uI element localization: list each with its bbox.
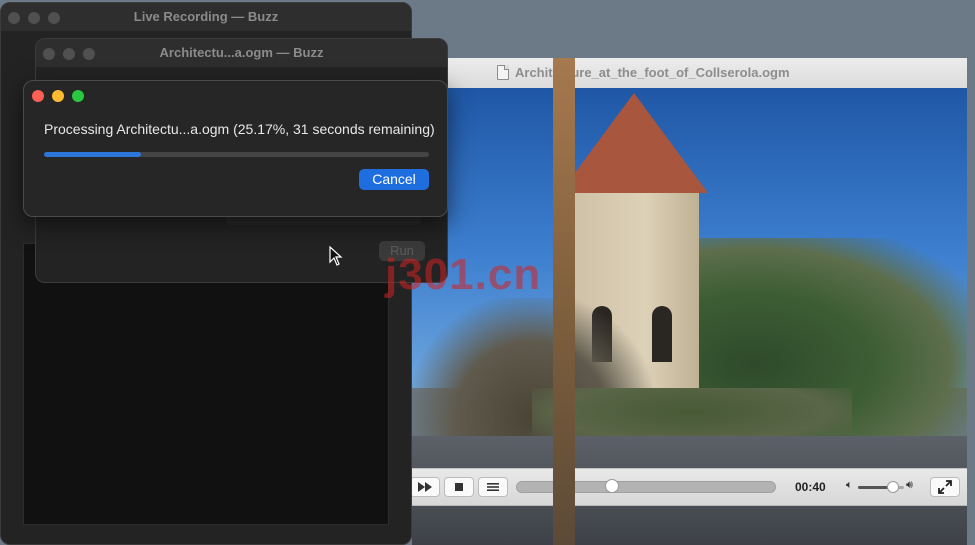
- fullscreen-icon: [938, 480, 952, 494]
- watermark-text: j301.cn: [385, 250, 542, 299]
- bell-window-right: [652, 306, 672, 362]
- volume-slider[interactable]: [858, 481, 904, 493]
- video-title: Architecture_at_the_foot_of_Collserola.o…: [497, 65, 790, 80]
- video-frame[interactable]: 00:40 🔈︎ 🔊︎: [412, 88, 967, 545]
- video-player-window: Architecture_at_the_foot_of_Collserola.o…: [412, 58, 967, 545]
- video-controls-bar: 00:40 🔈︎ 🔊︎: [412, 468, 967, 506]
- volume-low-icon[interactable]: 🔈︎: [846, 479, 853, 492]
- file-window-title: Architectu...a.ogm — Buzz: [159, 45, 324, 60]
- document-icon: [497, 65, 509, 80]
- stop-button[interactable]: [444, 477, 474, 497]
- video-titlebar[interactable]: Architecture_at_the_foot_of_Collserola.o…: [412, 58, 967, 89]
- progress-bar-fill: [44, 152, 141, 157]
- progress-dialog: Processing Architectu...a.ogm (25.17%, 3…: [23, 80, 448, 217]
- seek-slider-knob[interactable]: [605, 479, 620, 493]
- processing-status-text: Processing Architectu...a.ogm (25.17%, 3…: [44, 121, 435, 137]
- progress-bar: [44, 152, 429, 157]
- playback-time: 00:40: [795, 480, 826, 494]
- mouse-cursor-icon: [329, 246, 343, 266]
- file-window-titlebar[interactable]: Architectu...a.ogm — Buzz: [36, 39, 447, 67]
- volume-slider-knob[interactable]: [886, 481, 899, 493]
- playlist-icon: [487, 483, 499, 491]
- fast-forward-button[interactable]: [412, 477, 440, 497]
- fullscreen-button[interactable]: [930, 477, 960, 497]
- fast-forward-icon: [418, 482, 432, 492]
- playlist-button[interactable]: [478, 477, 508, 497]
- live-recording-title: Live Recording — Buzz: [133, 9, 279, 24]
- dialog-close-button[interactable]: [32, 90, 44, 102]
- video-tower-roof: [560, 93, 708, 193]
- dialog-minimize-button[interactable]: [52, 90, 64, 102]
- stop-icon: [455, 483, 463, 491]
- transcript-area[interactable]: [23, 243, 389, 525]
- volume-high-icon[interactable]: 🔊︎: [906, 479, 913, 492]
- live-recording-titlebar[interactable]: Live Recording — Buzz: [1, 3, 411, 31]
- background-scenery-strip: [553, 58, 575, 545]
- dialog-zoom-button[interactable]: [72, 90, 84, 102]
- cancel-button[interactable]: Cancel: [359, 169, 429, 190]
- dialog-titlebar[interactable]: [24, 81, 447, 109]
